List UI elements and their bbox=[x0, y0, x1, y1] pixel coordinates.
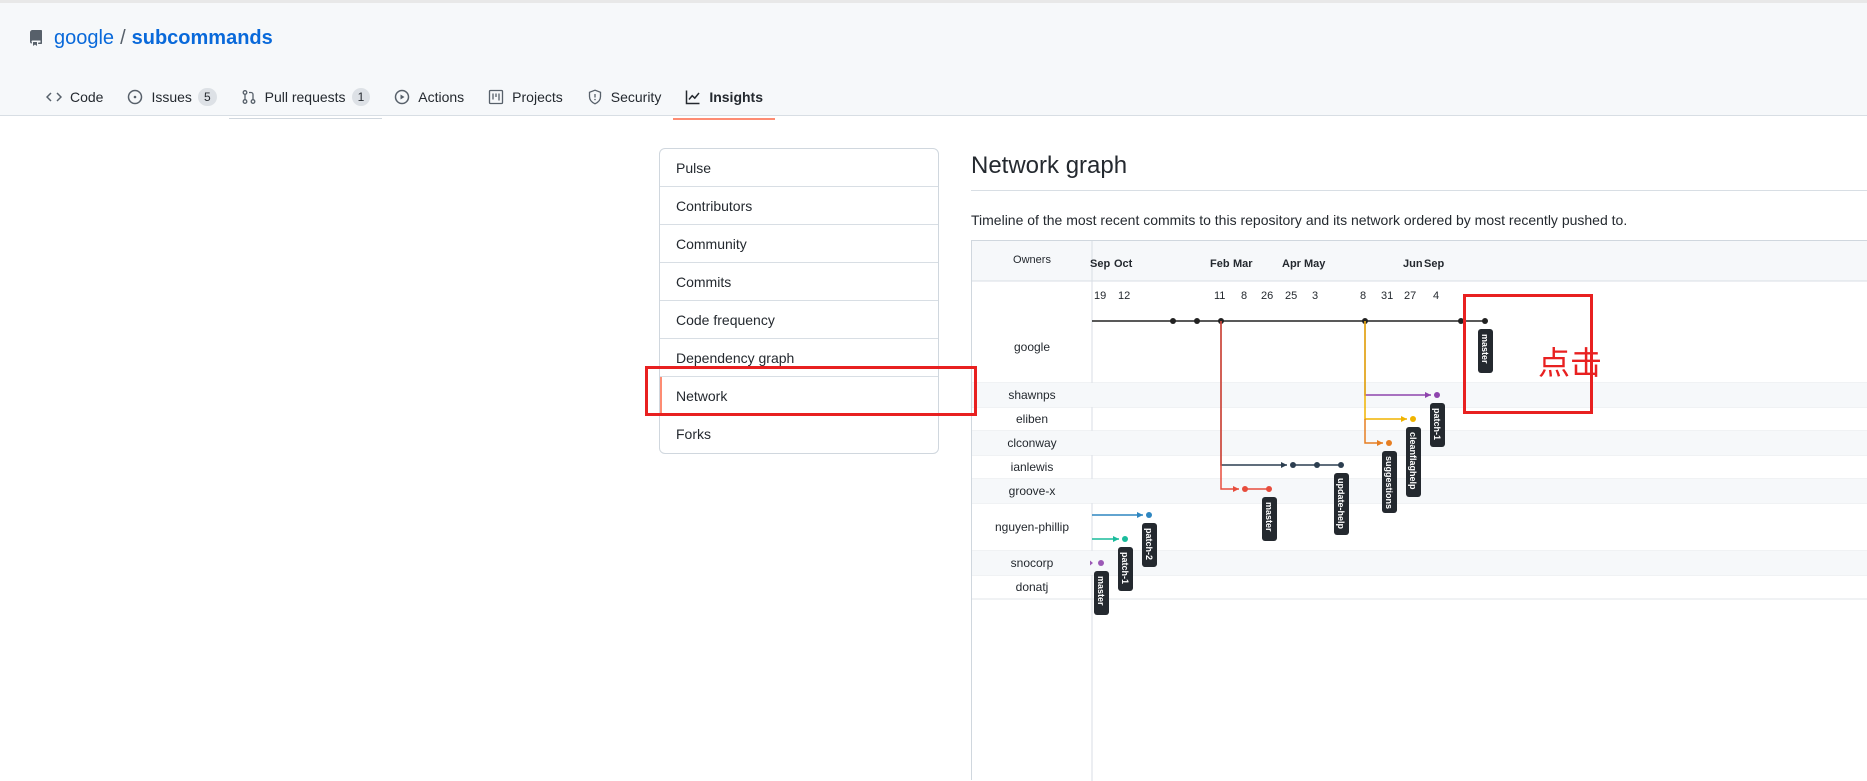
sidebar-item-contributors[interactable]: Contributors bbox=[660, 187, 938, 225]
day-label: 11 bbox=[1214, 290, 1225, 302]
tab-actions-label: Actions bbox=[418, 89, 465, 105]
tab-pull-requests[interactable]: Pull requests 1 bbox=[228, 75, 383, 119]
sidebar-item-pulse[interactable]: Pulse bbox=[660, 149, 938, 187]
graph-icon bbox=[686, 90, 700, 105]
shield-icon bbox=[588, 89, 601, 105]
branch-google-master[interactable] bbox=[1092, 318, 1488, 324]
branch-label: update-help bbox=[1336, 478, 1346, 530]
month-label: Sep bbox=[1090, 258, 1110, 270]
sidebar-item-network[interactable]: Network bbox=[660, 377, 938, 415]
day-label: 27 bbox=[1404, 290, 1416, 302]
day-label: 4 bbox=[1433, 290, 1439, 302]
branch-label: suggestions bbox=[1384, 456, 1394, 509]
day-label: 12 bbox=[1118, 290, 1130, 302]
branch-nguyen-phillip-patch-1[interactable] bbox=[1092, 536, 1128, 542]
branch-label: cleanflaghelp bbox=[1408, 432, 1418, 490]
owners-header: Owners bbox=[1013, 254, 1051, 266]
day-label: 25 bbox=[1285, 290, 1297, 302]
owner-name[interactable]: ianlewis bbox=[1011, 460, 1054, 474]
sidebar-item-forks[interactable]: Forks bbox=[660, 415, 938, 453]
month-label: Sep bbox=[1424, 258, 1444, 270]
sidebar-item-code-frequency[interactable]: Code frequency bbox=[660, 301, 938, 339]
owner-name[interactable]: eliben bbox=[1016, 412, 1048, 426]
tab-security-label: Security bbox=[610, 89, 662, 105]
tab-insights[interactable]: Insights bbox=[673, 75, 775, 120]
month-label: Jun bbox=[1403, 258, 1423, 270]
issue-icon bbox=[128, 89, 143, 105]
issues-count-badge: 5 bbox=[197, 88, 217, 106]
tab-code[interactable]: Code bbox=[34, 75, 115, 119]
branch-label: patch-2 bbox=[1144, 528, 1154, 560]
owner-name[interactable]: shawnps bbox=[1008, 388, 1055, 402]
month-label: Apr bbox=[1282, 258, 1302, 270]
repo-owner-link[interactable]: google bbox=[54, 27, 114, 50]
branch-nguyen-phillip-patch-2[interactable] bbox=[1092, 512, 1152, 518]
repo-separator: / bbox=[120, 26, 126, 49]
owner-name[interactable]: google bbox=[1014, 340, 1050, 354]
page-description: Timeline of the most recent commits to t… bbox=[971, 212, 1628, 228]
network-graph-canvas[interactable]: Owners Sep Oct Feb Mar Apr May Jun Sep 1… bbox=[972, 241, 1867, 781]
owner-name[interactable]: snocorp bbox=[1011, 556, 1054, 570]
tab-insights-label: Insights bbox=[709, 89, 763, 105]
page-title: Network graph bbox=[971, 152, 1128, 179]
network-graph[interactable]: Owners Sep Oct Feb Mar Apr May Jun Sep 1… bbox=[971, 240, 1867, 781]
day-labels: 19 12 11 8 26 25 3 8 31 27 4 bbox=[1094, 290, 1439, 302]
tab-projects-label: Projects bbox=[512, 89, 563, 105]
day-label: 26 bbox=[1261, 290, 1273, 302]
tab-issues[interactable]: Issues 5 bbox=[115, 75, 228, 119]
day-label: 3 bbox=[1312, 290, 1318, 302]
repo-name-link[interactable]: subcommands bbox=[132, 27, 273, 50]
day-label: 8 bbox=[1360, 290, 1366, 302]
repo-nav-tabs: Code Issues 5 Pull requests 1 Actions Pr… bbox=[34, 75, 775, 120]
branch-label: master bbox=[1096, 576, 1106, 606]
tab-pull-requests-label: Pull requests bbox=[264, 89, 346, 105]
branch-label: master bbox=[1264, 502, 1274, 532]
pull-requests-count-badge: 1 bbox=[351, 88, 371, 106]
day-label: 31 bbox=[1381, 290, 1393, 302]
owner-name[interactable]: clconway bbox=[1007, 436, 1056, 450]
month-label: Oct bbox=[1114, 258, 1133, 270]
sidebar-item-community[interactable]: Community bbox=[660, 225, 938, 263]
branch-label: patch-1 bbox=[1120, 552, 1130, 584]
pull-request-icon bbox=[242, 90, 256, 104]
branch-label: patch-1 bbox=[1432, 408, 1442, 440]
tab-code-label: Code bbox=[70, 89, 104, 105]
tab-issues-label: Issues bbox=[151, 89, 192, 105]
repo-title: google / subcommands bbox=[28, 23, 273, 53]
repo-icon bbox=[29, 30, 42, 46]
owner-name[interactable]: nguyen-phillip bbox=[995, 520, 1069, 534]
day-label: 8 bbox=[1241, 290, 1247, 302]
owner-name[interactable]: donatj bbox=[1016, 580, 1049, 594]
month-label: Mar bbox=[1233, 258, 1253, 270]
month-label: Feb bbox=[1210, 258, 1230, 270]
code-icon bbox=[46, 92, 62, 102]
day-label: 19 bbox=[1094, 290, 1106, 302]
title-divider bbox=[971, 190, 1867, 191]
tab-projects[interactable]: Projects bbox=[476, 75, 575, 119]
owner-name[interactable]: groove-x bbox=[1009, 484, 1056, 498]
play-icon bbox=[395, 89, 410, 105]
tab-security[interactable]: Security bbox=[575, 75, 674, 119]
repo-header: google / subcommands Code Issues 5 Pull … bbox=[0, 0, 1867, 120]
insights-sidebar-menu: Pulse Contributors Community Commits Cod… bbox=[659, 148, 939, 454]
branch-label: master bbox=[1480, 334, 1490, 364]
sidebar-item-dependency-graph[interactable]: Dependency graph bbox=[660, 339, 938, 377]
project-icon bbox=[489, 89, 504, 105]
sidebar-item-commits[interactable]: Commits bbox=[660, 263, 938, 301]
tab-actions[interactable]: Actions bbox=[382, 75, 476, 119]
annotation-click-text: 点击 bbox=[1538, 344, 1603, 382]
month-label: May bbox=[1304, 258, 1326, 270]
